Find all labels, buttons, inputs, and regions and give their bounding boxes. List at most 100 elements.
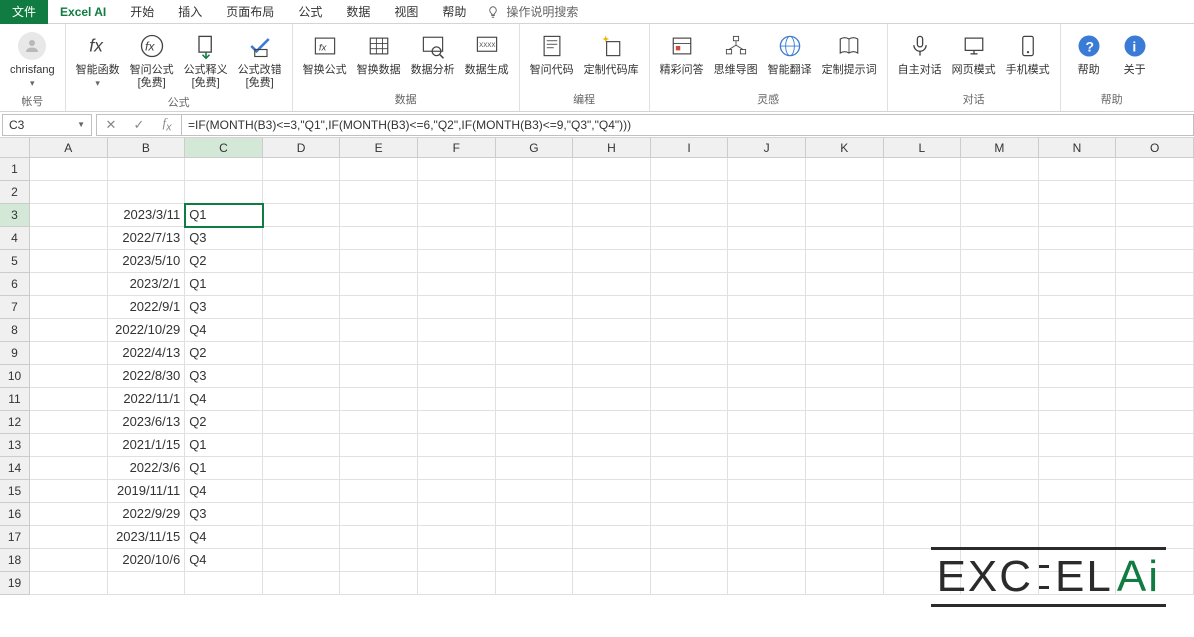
cell-O9[interactable] [1116,342,1194,365]
cell-K5[interactable] [806,250,884,273]
cell-G19[interactable] [496,572,574,595]
cell-C12[interactable]: Q2 [185,411,263,434]
cell-H17[interactable] [573,526,651,549]
cell-L2[interactable] [884,181,962,204]
cell-O6[interactable] [1116,273,1194,296]
cell-D2[interactable] [263,181,341,204]
cell-M11[interactable] [961,388,1039,411]
cell-B5[interactable]: 2023/5/10 [108,250,186,273]
cell-H14[interactable] [573,457,651,480]
cell-K2[interactable] [806,181,884,204]
cell-J19[interactable] [728,572,806,595]
cell-A5[interactable] [30,250,108,273]
column-header-A[interactable]: A [30,138,108,157]
cell-A19[interactable] [30,572,108,595]
cell-L3[interactable] [884,204,962,227]
cell-N13[interactable] [1039,434,1117,457]
cell-E9[interactable] [340,342,418,365]
cell-M5[interactable] [961,250,1039,273]
cell-A10[interactable] [30,365,108,388]
cell-B6[interactable]: 2023/2/1 [108,273,186,296]
cell-A4[interactable] [30,227,108,250]
cell-O2[interactable] [1116,181,1194,204]
cell-F3[interactable] [418,204,496,227]
cell-F18[interactable] [418,549,496,572]
cell-B11[interactable]: 2022/11/1 [108,388,186,411]
cell-O15[interactable] [1116,480,1194,503]
cell-G10[interactable] [496,365,574,388]
row-header-18[interactable]: 18 [0,549,29,572]
cell-E17[interactable] [340,526,418,549]
cell-K6[interactable] [806,273,884,296]
cell-O7[interactable] [1116,296,1194,319]
self-dialog-button[interactable]: 自主对话 [894,28,946,79]
cell-L10[interactable] [884,365,962,388]
cell-G14[interactable] [496,457,574,480]
cell-A13[interactable] [30,434,108,457]
cell-B14[interactable]: 2022/3/6 [108,457,186,480]
tab-data[interactable]: 数据 [334,0,382,24]
cell-C15[interactable]: Q4 [185,480,263,503]
cell-O4[interactable] [1116,227,1194,250]
cell-I4[interactable] [651,227,729,250]
cell-G7[interactable] [496,296,574,319]
row-header-15[interactable]: 15 [0,480,29,503]
cell-C1[interactable] [185,158,263,181]
custom-lib-button[interactable]: 定制代码库 [580,28,643,79]
cell-D7[interactable] [263,296,341,319]
cell-C8[interactable]: Q4 [185,319,263,342]
cell-M19[interactable] [961,572,1039,595]
cell-C3[interactable]: Q1 [185,204,263,227]
cell-I14[interactable] [651,457,729,480]
cell-K8[interactable] [806,319,884,342]
cell-A9[interactable] [30,342,108,365]
cell-E18[interactable] [340,549,418,572]
cell-B8[interactable]: 2022/10/29 [108,319,186,342]
cell-K11[interactable] [806,388,884,411]
cell-N4[interactable] [1039,227,1117,250]
cell-D18[interactable] [263,549,341,572]
cell-G12[interactable] [496,411,574,434]
cell-F16[interactable] [418,503,496,526]
row-header-19[interactable]: 19 [0,572,29,595]
cell-O18[interactable] [1116,549,1194,572]
analyze-button[interactable]: 数据分析 [407,28,459,79]
row-header-3[interactable]: 3 [0,204,29,227]
swap-data-button[interactable]: 智换数据 [353,28,405,79]
cell-H12[interactable] [573,411,651,434]
cell-J4[interactable] [728,227,806,250]
cell-O10[interactable] [1116,365,1194,388]
cell-D12[interactable] [263,411,341,434]
cell-N11[interactable] [1039,388,1117,411]
cell-B19[interactable] [108,572,186,595]
cell-L14[interactable] [884,457,962,480]
cell-N18[interactable] [1039,549,1117,572]
row-header-1[interactable]: 1 [0,158,29,181]
cell-A14[interactable] [30,457,108,480]
cell-F17[interactable] [418,526,496,549]
name-box[interactable]: C3 ▼ [2,114,92,136]
tell-me-search[interactable]: 操作说明搜索 [478,0,586,24]
cell-K4[interactable] [806,227,884,250]
cell-M18[interactable] [961,549,1039,572]
column-header-C[interactable]: C [185,138,263,157]
cell-M17[interactable] [961,526,1039,549]
cell-O12[interactable] [1116,411,1194,434]
cell-J14[interactable] [728,457,806,480]
cell-C2[interactable] [185,181,263,204]
cell-B3[interactable]: 2023/3/11 [108,204,186,227]
cell-I12[interactable] [651,411,729,434]
cell-B9[interactable]: 2022/4/13 [108,342,186,365]
cell-A11[interactable] [30,388,108,411]
cell-A15[interactable] [30,480,108,503]
cell-K15[interactable] [806,480,884,503]
tab-view[interactable]: 视图 [382,0,430,24]
cell-M9[interactable] [961,342,1039,365]
cell-O14[interactable] [1116,457,1194,480]
cell-G2[interactable] [496,181,574,204]
cell-F11[interactable] [418,388,496,411]
cell-N12[interactable] [1039,411,1117,434]
cell-G11[interactable] [496,388,574,411]
cell-J3[interactable] [728,204,806,227]
cell-J2[interactable] [728,181,806,204]
